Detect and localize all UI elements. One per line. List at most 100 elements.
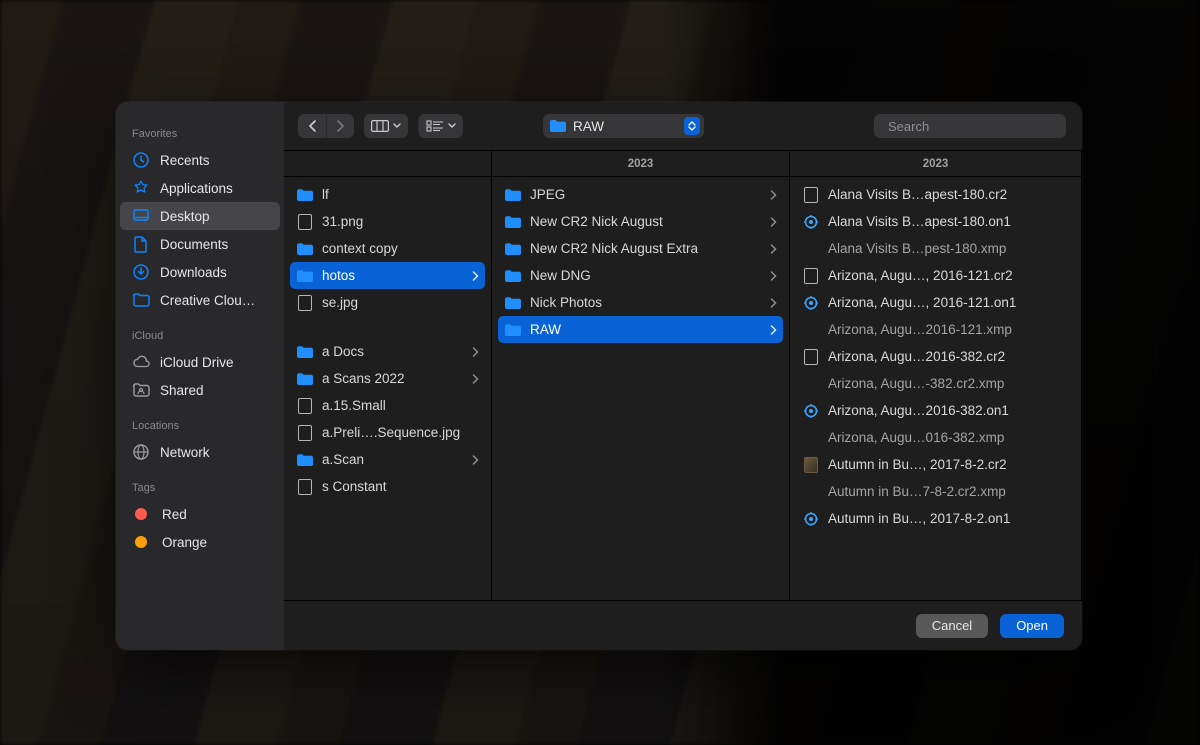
chevron-right-icon: [770, 271, 777, 281]
file-row[interactable]: Alana Visits B…apest-180.cr2: [796, 181, 1075, 208]
sidebar-item[interactable]: Downloads: [120, 258, 280, 286]
folder-icon: [504, 187, 522, 203]
sidebar-section-header: Locations: [116, 418, 284, 438]
sidebar-section-header: iCloud: [116, 328, 284, 348]
folder-row[interactable]: a.Scan: [290, 446, 485, 473]
file-row[interactable]: Arizona, Augu…016-382.xmp: [796, 424, 1075, 451]
file-row[interactable]: se.jpg: [290, 289, 485, 316]
column-body[interactable]: JPEG New CR2 Nick August New CR2 Nick Augu…: [492, 177, 789, 600]
sidebar-item[interactable]: Creative Clou…: [120, 286, 280, 314]
tag-dot-icon: [135, 536, 147, 548]
app-icon: [132, 179, 150, 197]
columns-icon: [371, 120, 389, 132]
group-by-button[interactable]: [418, 114, 463, 138]
file-row[interactable]: Arizona, Augu…, 2016-121.on1: [796, 289, 1075, 316]
sidebar-item-label: Creative Clou…: [160, 293, 255, 308]
column-browser: lf31.png context copy hotos se.jpg a Docs a …: [284, 150, 1082, 600]
file-name: context copy: [322, 241, 479, 256]
folder-row[interactable]: context copy: [290, 235, 485, 262]
sidebar-item[interactable]: Recents: [120, 146, 280, 174]
sidebar: FavoritesRecentsApplicationsDesktopDocum…: [116, 102, 284, 650]
file-name: hotos: [322, 268, 464, 283]
photo-icon: [802, 457, 820, 473]
xmp-icon: [802, 484, 820, 500]
sidebar-item[interactable]: Documents: [120, 230, 280, 258]
file-row[interactable]: Arizona, Augu…2016-382.on1: [796, 397, 1075, 424]
shared-icon: [132, 381, 150, 399]
open-button[interactable]: Open: [1000, 614, 1064, 638]
globe-icon: [132, 443, 150, 461]
file-name: New CR2 Nick August Extra: [530, 241, 762, 256]
forward-button[interactable]: [326, 114, 354, 138]
search-field[interactable]: [874, 114, 1066, 138]
file-name: New CR2 Nick August: [530, 214, 762, 229]
download-icon: [132, 263, 150, 281]
file-row[interactable]: Arizona, Augu…2016-382.cr2: [796, 343, 1075, 370]
column-body[interactable]: lf31.png context copy hotos se.jpg a Docs a …: [284, 177, 491, 600]
location-popup[interactable]: RAW: [543, 114, 704, 138]
file-name: Arizona, Augu…2016-382.cr2: [828, 349, 1069, 364]
sidebar-item[interactable]: Orange: [120, 528, 280, 556]
on1-icon: [802, 511, 820, 527]
folder-row[interactable]: New DNG: [498, 262, 783, 289]
chevron-right-icon: [770, 190, 777, 200]
folder-row[interactable]: New CR2 Nick August Extra: [498, 235, 783, 262]
file-row[interactable]: Autumn in Bu…, 2017-8-2.on1: [796, 505, 1075, 532]
column-header: [284, 151, 491, 177]
cancel-button[interactable]: Cancel: [916, 614, 988, 638]
folder-row[interactable]: RAW: [498, 316, 783, 343]
dialog-footer: Cancel Open: [284, 600, 1082, 650]
file-row[interactable]: a.15.Small: [290, 392, 485, 419]
folder-row[interactable]: a Scans 2022: [290, 365, 485, 392]
open-file-dialog: FavoritesRecentsApplicationsDesktopDocum…: [116, 102, 1082, 650]
file-name: Arizona, Augu…2016-382.on1: [828, 403, 1069, 418]
file-row[interactable]: 31.png: [290, 208, 485, 235]
folder-row[interactable]: hotos: [290, 262, 485, 289]
folder-icon: [296, 452, 314, 468]
file-row[interactable]: Arizona, Augu…2016-121.xmp: [796, 316, 1075, 343]
search-input[interactable]: [888, 119, 1064, 134]
chevron-left-icon: [308, 120, 317, 132]
file-name: Arizona, Augu…, 2016-121.on1: [828, 295, 1069, 310]
file-name: a.Preli….Sequence.jpg: [322, 425, 479, 440]
file-row[interactable]: Autumn in Bu…, 2017-8-2.cr2: [796, 451, 1075, 478]
file-icon: [802, 268, 820, 284]
file-name: a Docs: [322, 344, 464, 359]
sidebar-item[interactable]: Applications: [120, 174, 280, 202]
folder-icon: [132, 291, 150, 309]
cloud-icon: [132, 353, 150, 371]
folder-row[interactable]: lf: [290, 181, 485, 208]
file-name: Arizona, Augu…016-382.xmp: [828, 430, 1069, 445]
file-row[interactable]: Alana Visits B…apest-180.on1: [796, 208, 1075, 235]
file-row[interactable]: a.Preli….Sequence.jpg: [290, 419, 485, 446]
back-button[interactable]: [298, 114, 326, 138]
file-row[interactable]: Arizona, Augu…, 2016-121.cr2: [796, 262, 1075, 289]
sidebar-item-label: Documents: [160, 237, 228, 252]
folder-icon: [504, 241, 522, 257]
file-column: lf31.png context copy hotos se.jpg a Docs a …: [284, 151, 492, 600]
chevron-right-icon: [770, 217, 777, 227]
folder-row[interactable]: New CR2 Nick August: [498, 208, 783, 235]
xmp-icon: [802, 376, 820, 392]
sidebar-item[interactable]: Network: [120, 438, 280, 466]
file-name: Autumn in Bu…7-8-2.cr2.xmp: [828, 484, 1069, 499]
file-row[interactable]: Alana Visits B…pest-180.xmp: [796, 235, 1075, 262]
column-body[interactable]: Alana Visits B…apest-180.cr2Alana Visits…: [790, 177, 1081, 600]
chevron-right-icon: [770, 244, 777, 254]
sidebar-item[interactable]: Shared: [120, 376, 280, 404]
folder-row[interactable]: JPEG: [498, 181, 783, 208]
sidebar-item-label: Desktop: [160, 209, 210, 224]
file-name: Arizona, Augu…, 2016-121.cr2: [828, 268, 1069, 283]
file-row[interactable]: Autumn in Bu…7-8-2.cr2.xmp: [796, 478, 1075, 505]
sidebar-item[interactable]: Desktop: [120, 202, 280, 230]
sidebar-item[interactable]: iCloud Drive: [120, 348, 280, 376]
file-row[interactable]: s Constant: [290, 473, 485, 500]
folder-row[interactable]: Nick Photos: [498, 289, 783, 316]
sidebar-item[interactable]: Red: [120, 500, 280, 528]
file-row[interactable]: Arizona, Augu…-382.cr2.xmp: [796, 370, 1075, 397]
folder-row[interactable]: a Docs: [290, 338, 485, 365]
view-columns-button[interactable]: [364, 114, 408, 138]
location-label: RAW: [573, 119, 604, 134]
sidebar-item-label: Orange: [162, 535, 207, 550]
folder-icon: [549, 118, 567, 134]
